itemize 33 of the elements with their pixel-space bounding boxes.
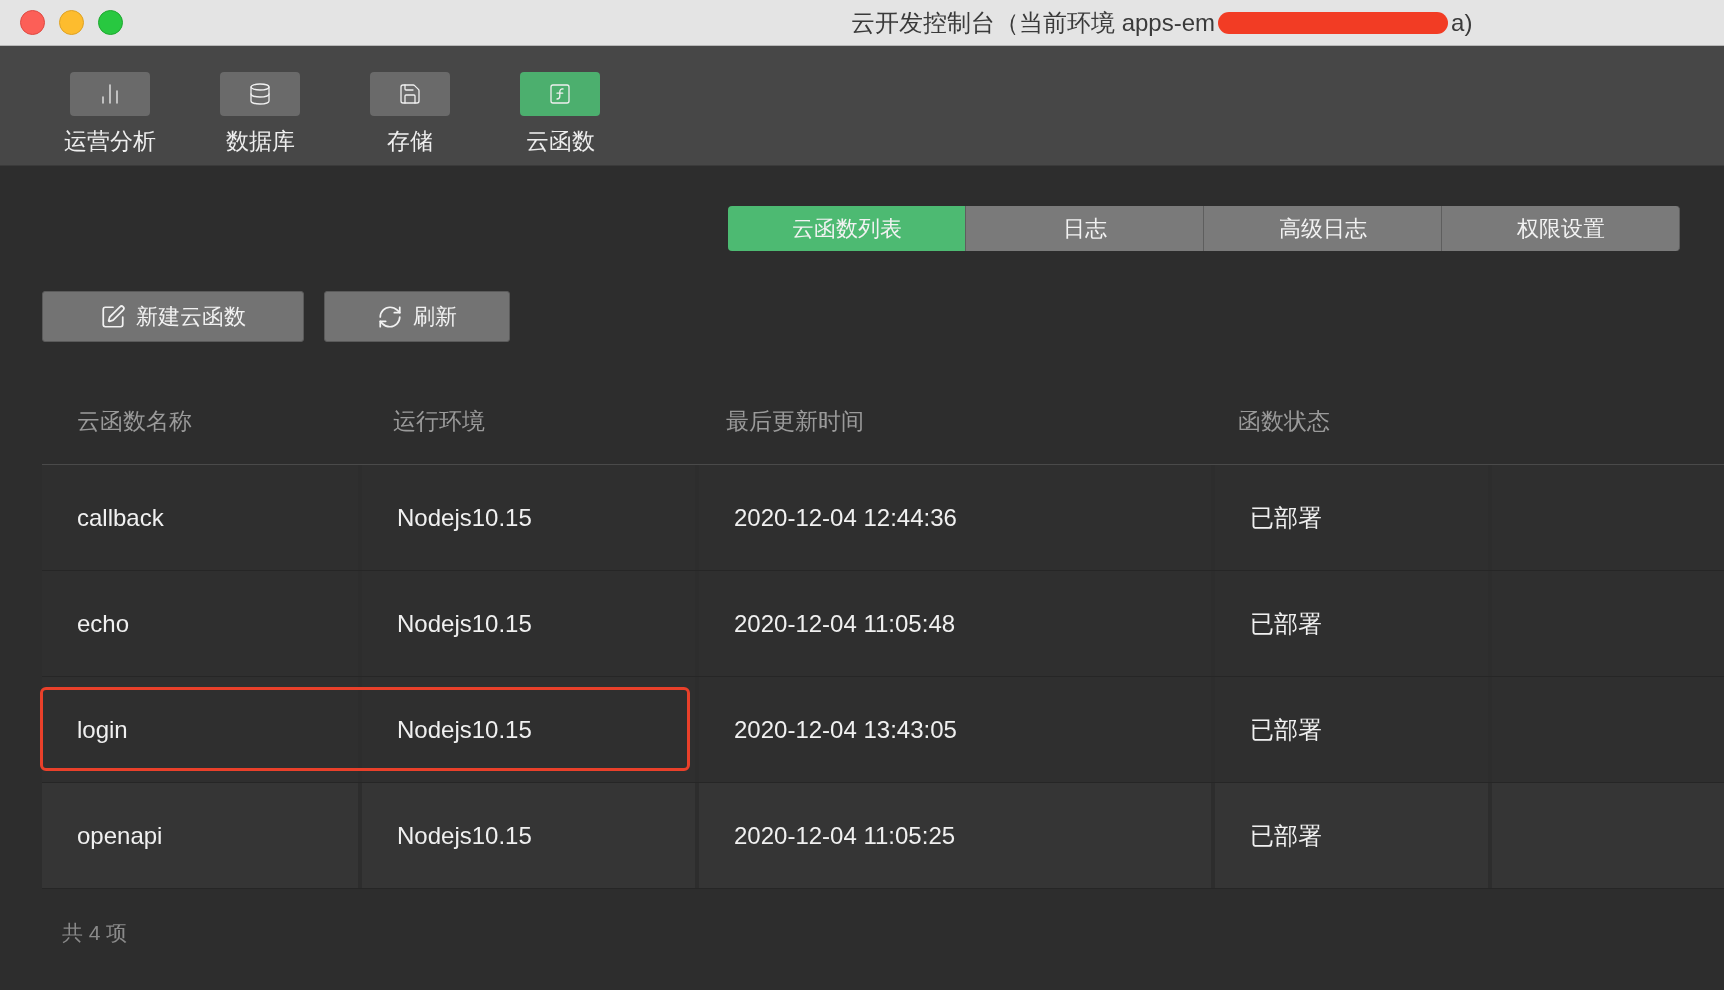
column-header: 最后更新时间 [725,407,865,437]
table-cell: openapi [42,783,358,888]
tab[interactable]: 云函数列表 [728,206,966,251]
tab[interactable]: 日志 [966,206,1204,251]
database-icon [248,82,272,106]
column-header: 函数状态 [1237,407,1331,437]
action-button[interactable]: 新建云函数 [42,291,304,342]
tab[interactable]: 高级日志 [1204,206,1442,251]
toolbar-label: 云函数 [525,127,595,156]
column-header: 云函数名称 [76,407,193,437]
save-icon [398,82,422,106]
toolbar-label: 数据库 [225,127,295,156]
refresh-icon [377,303,403,330]
close-button[interactable] [20,10,45,35]
toolbar-button[interactable] [220,72,300,116]
column-header: 运行环境 [392,407,486,437]
toolbar-label: 存储 [387,127,433,156]
window-title: 云开发控制台（当前环境 apps-em [851,7,1216,38]
item-count: 共 4 项 [62,920,129,946]
toolbar-button[interactable] [370,72,450,116]
table-cell: 已部署 [1215,783,1488,888]
tab[interactable]: 权限设置 [1442,206,1680,251]
table-cell: Nodejs10.15 [362,783,695,888]
function-icon [548,82,572,106]
minimize-button[interactable] [59,10,84,35]
maximize-button[interactable] [98,10,123,35]
toolbar-button[interactable] [520,72,600,116]
table-cell: 2020-12-04 11:05:25 [699,783,1211,888]
window-title: a) [1451,7,1473,38]
edit-icon [100,303,126,330]
toolbar-button[interactable] [70,72,150,116]
toolbar-label: 运营分析 [64,127,156,156]
action-button[interactable]: 刷新 [324,291,510,342]
